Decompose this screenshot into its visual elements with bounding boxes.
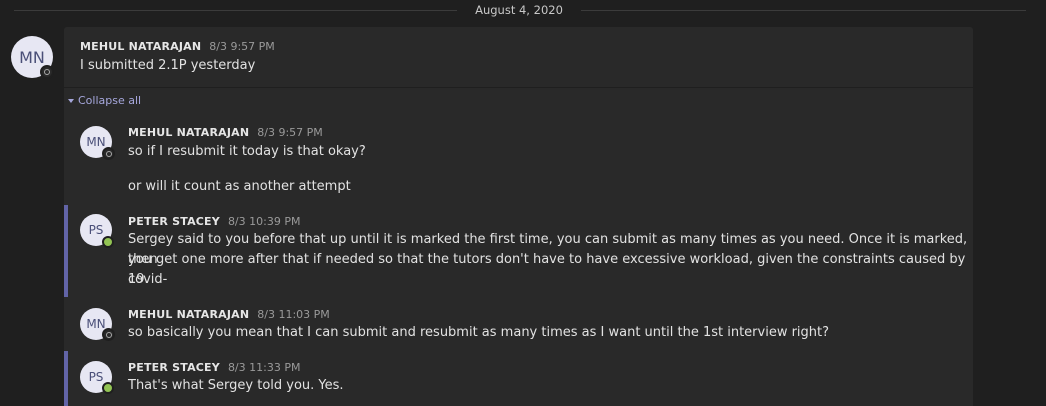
timestamp: 8/3 11:33 PM: [227, 361, 301, 374]
avatar-initials: MN: [86, 135, 106, 149]
message-text: or will it count as another attempt: [128, 179, 351, 194]
author-name[interactable]: PETER STACEY: [128, 215, 220, 228]
timestamp: 8/3 9:57 PM: [209, 40, 275, 53]
timestamp: 8/3 9:57 PM: [257, 126, 323, 139]
highlight-bar: [64, 351, 68, 406]
available-status-icon: [102, 382, 114, 394]
divider-line-left: [14, 10, 457, 11]
author-name[interactable]: PETER STACEY: [128, 361, 220, 374]
avatar-initials: PS: [88, 370, 104, 384]
divider-line-right: [581, 10, 1026, 11]
avatar-initials: MN: [19, 47, 45, 67]
timestamp: 8/3 10:39 PM: [227, 215, 301, 228]
caret-down-icon: [68, 98, 74, 103]
message-header: MEHUL NATARAJAN 8/3 11:03 PM: [128, 308, 330, 321]
root-message[interactable]: MEHUL NATARAJAN 8/3 9:57 PM I submitted 2…: [64, 27, 973, 88]
author-name[interactable]: MEHUL NATARAJAN: [128, 126, 249, 139]
avatar-initials: MN: [86, 317, 106, 331]
message-header: PETER STACEY 8/3 11:33 PM: [128, 361, 300, 374]
message-header: MEHUL NATARAJAN 8/3 9:57 PM: [128, 126, 323, 139]
timestamp: 8/3 11:03 PM: [257, 308, 330, 321]
message-text: so basically you mean that I can submit …: [128, 325, 830, 340]
avatar-initials: PS: [88, 223, 104, 237]
collapse-all-label: Collapse all: [78, 94, 142, 107]
message-text: 19.: [128, 272, 149, 287]
available-status-icon: [102, 236, 114, 248]
offline-status-icon: [102, 147, 115, 160]
message-header: PETER STACEY 8/3 10:39 PM: [128, 215, 300, 228]
offline-status-icon: [102, 328, 115, 341]
date-label: August 4, 2020: [475, 3, 563, 17]
message-text: That's what Sergey told you. Yes.: [128, 378, 344, 393]
message-thread: MEHUL NATARAJAN 8/3 9:57 PM I submitted 2…: [64, 27, 973, 406]
message-text: you get one more after that if needed so…: [128, 252, 966, 287]
collapse-all-button[interactable]: Collapse all: [68, 94, 141, 107]
author-name[interactable]: MEHUL NATARAJAN: [128, 308, 249, 321]
message-header: MEHUL NATARAJAN 8/3 9:57 PM: [80, 40, 275, 53]
message-text: I submitted 2.1P yesterday: [80, 58, 256, 73]
author-name[interactable]: MEHUL NATARAJAN: [80, 40, 201, 53]
date-divider: August 4, 2020: [0, 0, 1046, 22]
message-text: so if I resubmit it today is that okay?: [128, 144, 366, 159]
offline-status-icon: [40, 65, 54, 79]
highlight-bar: [64, 205, 68, 297]
